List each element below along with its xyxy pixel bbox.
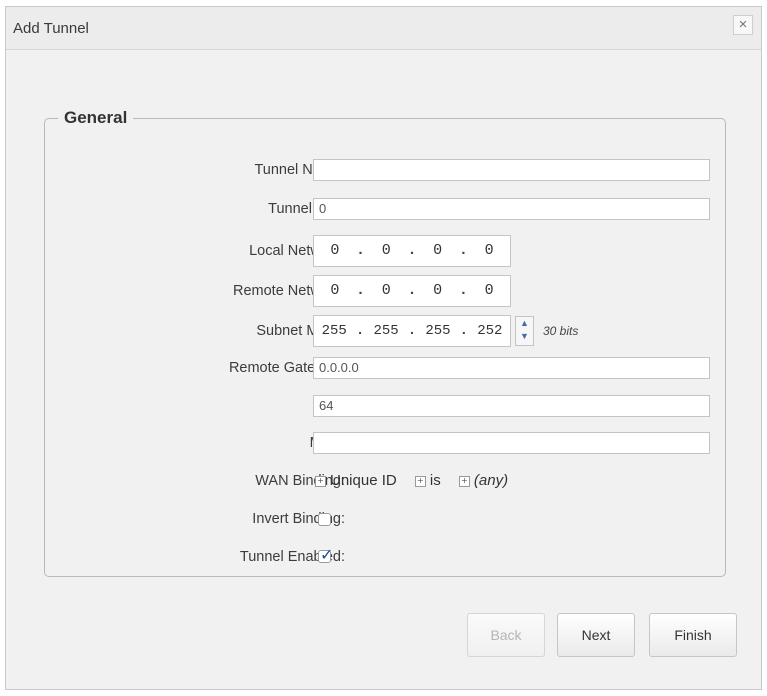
general-fieldset: General Tunnel Name: Tunnel Key: 0 Local… — [44, 108, 726, 577]
tunnel-enabled-label: Tunnel Enabled: — [239, 549, 345, 565]
tunnel-name-label: Tunnel Name: — [254, 162, 345, 178]
ip-octet: 0 — [433, 242, 443, 259]
remote-network-ip-input[interactable]: 0. 0. 0. 0 — [313, 275, 511, 307]
subnet-mask-label: Subnet Mask: — [256, 323, 345, 339]
dialog-titlebar: Add Tunnel × — [6, 7, 761, 50]
up-down-spinner-icon[interactable]: ▲ ▼ — [515, 316, 534, 346]
ip-octet: 255 — [425, 323, 451, 339]
wan-binding-label: WAN Binding: — [255, 473, 345, 489]
chevron-up-icon[interactable]: ▲ — [516, 317, 533, 330]
wan-binding-operator-dropdown[interactable]: + is — [414, 472, 441, 489]
subnet-mask-ip-input[interactable]: 255. 255. 255. 252 — [313, 315, 511, 347]
ip-octet: 255 — [373, 323, 399, 339]
tunnel-key-label: Tunnel Key: — [268, 201, 345, 217]
invert-binding-checkbox[interactable] — [318, 513, 331, 526]
back-button[interactable]: Back — [467, 613, 545, 657]
mtu-label: MTU: — [0, 430, 345, 456]
tunnel-key-input[interactable]: 0 — [313, 198, 710, 220]
next-button[interactable]: Next — [557, 613, 635, 657]
general-legend: General — [64, 108, 128, 127]
add-tunnel-dialog: Add Tunnel × General Tunnel Name: Tunnel… — [5, 6, 762, 690]
close-icon[interactable]: × — [733, 15, 753, 35]
chevron-down-icon[interactable]: ▼ — [516, 330, 533, 343]
wan-binding-field-dropdown[interactable]: + Unique ID — [315, 472, 397, 489]
ip-octet: 0 — [330, 282, 340, 299]
ttl-input[interactable]: 64 — [313, 395, 710, 417]
plus-box-icon: + — [315, 475, 326, 487]
ip-octet: 0 — [330, 242, 340, 259]
tunnel-name-input[interactable] — [313, 159, 710, 181]
remote-gateway-label: Remote Gateway: — [228, 360, 345, 376]
wan-binding-rule: + Unique ID + is + (any) — [315, 469, 522, 493]
tunnel-enabled-checkbox[interactable]: ✓ — [318, 545, 333, 564]
ip-octet: 0 — [433, 282, 443, 299]
invert-binding-label: Invert Binding: — [252, 511, 345, 527]
ip-octet: 252 — [477, 323, 503, 339]
ip-octet: 0 — [484, 282, 494, 299]
ip-octet: 0 — [484, 242, 494, 259]
dialog-body: General Tunnel Name: Tunnel Key: 0 Local… — [6, 50, 761, 689]
finish-button[interactable]: Finish — [649, 613, 737, 657]
plus-box-icon: + — [414, 475, 426, 487]
checkmark-icon: ✓ — [320, 545, 334, 564]
ip-octet: 0 — [381, 282, 391, 299]
local-network-ip-input[interactable]: 0. 0. 0. 0 — [313, 235, 511, 267]
wan-binding-operator: is — [429, 472, 441, 489]
ttl-label: TTL: — [0, 393, 345, 419]
remote-gateway-input[interactable]: 0.0.0.0 — [313, 357, 710, 379]
mtu-input[interactable] — [313, 432, 710, 454]
subnet-bits-readout: 30 bits — [543, 324, 579, 338]
wan-binding-value: (any) — [473, 472, 509, 489]
dialog-title: Add Tunnel — [13, 20, 89, 37]
plus-box-icon: + — [458, 475, 470, 487]
wan-binding-field: Unique ID — [330, 472, 397, 489]
wan-binding-value-dropdown[interactable]: + (any) — [458, 472, 509, 489]
ip-octet: 0 — [381, 242, 391, 259]
remote-network-label: Remote Network: — [232, 283, 345, 299]
local-network-label: Local Network: — [249, 243, 345, 259]
ip-octet: 255 — [321, 323, 347, 339]
